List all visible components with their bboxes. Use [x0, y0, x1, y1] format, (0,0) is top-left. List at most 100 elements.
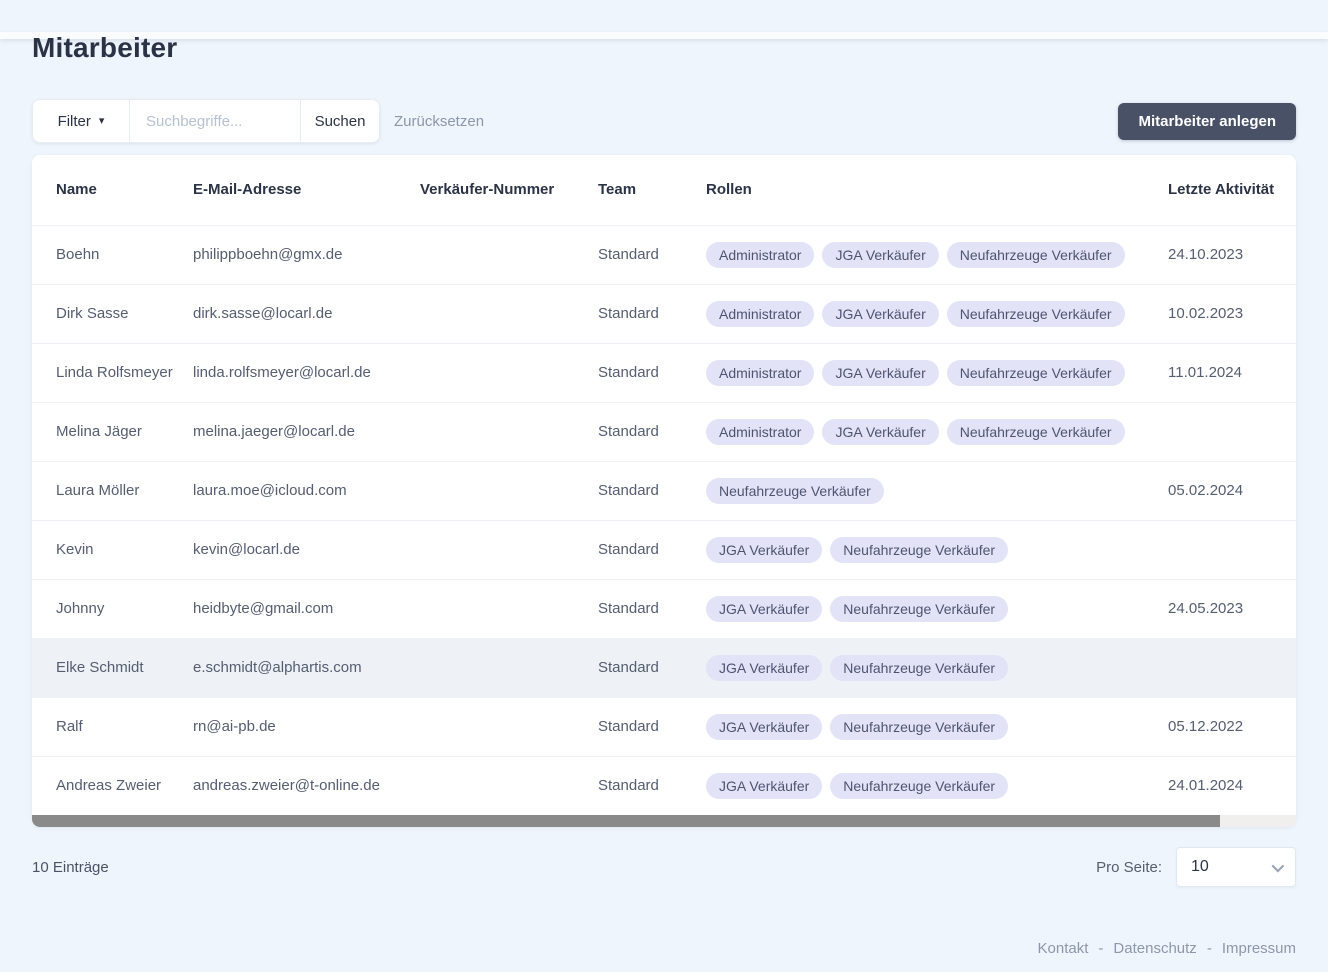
per-page-label: Pro Seite:: [1096, 859, 1162, 876]
cell-last-activity: 10.02.2023: [1168, 284, 1296, 343]
cell-roles: JGA VerkäuferNeufahrzeuge Verkäufer: [706, 638, 1168, 697]
cell-last-activity: 24.05.2023: [1168, 579, 1296, 638]
footer-link-impressum[interactable]: Impressum: [1222, 940, 1296, 957]
cell-name: Johnny: [32, 579, 193, 638]
horizontal-scrollbar-thumb[interactable]: [32, 815, 1220, 827]
cell-seller-number: [420, 697, 598, 756]
cell-roles: AdministratorJGA VerkäuferNeufahrzeuge V…: [706, 284, 1168, 343]
cell-roles: JGA Verkäufer Neufahrzeuge Verkäufer: [706, 697, 1168, 756]
role-badge: Neufahrzeuge Verkäufer: [947, 242, 1125, 268]
cell-name: Melina Jäger: [32, 402, 193, 461]
column-header-team[interactable]: Team: [598, 155, 706, 225]
cell-roles: JGA VerkäuferNeufahrzeuge Verkäufer: [706, 520, 1168, 579]
role-badge: JGA Verkäufer: [706, 596, 822, 622]
cell-team: Standard: [598, 638, 706, 697]
create-employee-button[interactable]: Mitarbeiter anlegen: [1118, 103, 1296, 140]
cell-name: Linda Rolfsmeyer: [32, 343, 193, 402]
role-badge: Neufahrzeuge Verkäufer: [830, 773, 1008, 799]
role-badge: JGA Verkäufer: [822, 419, 938, 445]
table-row[interactable]: Andreas Zweier andreas.zweier@t-online.d…: [32, 756, 1296, 815]
role-badge: JGA Verkäufer: [706, 773, 822, 799]
column-header-roles[interactable]: Rollen: [706, 155, 1168, 225]
role-badge: JGA Verkäufer: [706, 714, 822, 740]
cell-name: Dirk Sasse: [32, 284, 193, 343]
column-header-name[interactable]: Name: [32, 155, 193, 225]
role-badge: Administrator: [706, 419, 814, 445]
cell-team: Standard: [598, 697, 706, 756]
cell-email: kevin@locarl.de: [193, 520, 420, 579]
table-row[interactable]: Boehn philippboehn@gmx.de Standard Admin…: [32, 225, 1296, 284]
cell-name: Ralf: [32, 697, 193, 756]
cell-name: Kevin: [32, 520, 193, 579]
reset-button[interactable]: Zurücksetzen: [394, 113, 484, 130]
footer-link-kontakt[interactable]: Kontakt: [1038, 940, 1089, 957]
role-badge: Neufahrzeuge Verkäufer: [947, 301, 1125, 327]
pagination-bar: 10 Einträge Pro Seite: 10: [32, 847, 1296, 887]
role-badge: Administrator: [706, 360, 814, 386]
horizontal-scrollbar-track[interactable]: [32, 815, 1296, 827]
table-scroll-area: Name E-Mail-Adresse Verkäufer-Nummer Tea…: [32, 155, 1296, 815]
role-badge: Neufahrzeuge Verkäufer: [830, 714, 1008, 740]
footer-separator: -: [1207, 940, 1212, 957]
cell-team: Standard: [598, 402, 706, 461]
cell-team: Standard: [598, 461, 706, 520]
page-container: Mitarbeiter Filter ▾ Suchen Zurücksetzen…: [0, 32, 1328, 887]
column-header-seller-number[interactable]: Verkäufer-Nummer: [420, 155, 598, 225]
footer-link-datenschutz[interactable]: Datenschutz: [1113, 940, 1196, 957]
table-row[interactable]: Laura Möller laura.moe@icloud.com Standa…: [32, 461, 1296, 520]
cell-email: rn@ai-pb.de: [193, 697, 420, 756]
search-button[interactable]: Suchen: [300, 99, 380, 143]
role-badge: Neufahrzeuge Verkäufer: [706, 478, 884, 504]
table-row[interactable]: Kevin kevin@locarl.de Standard JGA Verkä…: [32, 520, 1296, 579]
cell-email: philippboehn@gmx.de: [193, 225, 420, 284]
cell-team: Standard: [598, 579, 706, 638]
cell-name: Andreas Zweier: [32, 756, 193, 815]
page-title: Mitarbeiter: [32, 32, 1296, 64]
cell-name: Elke Schmidt: [32, 638, 193, 697]
cell-last-activity: [1168, 638, 1296, 697]
filter-dropdown-button[interactable]: Filter ▾: [32, 99, 130, 143]
table-header-row: Name E-Mail-Adresse Verkäufer-Nummer Tea…: [32, 155, 1296, 225]
role-badge: JGA Verkäufer: [822, 360, 938, 386]
footer-separator: -: [1098, 940, 1103, 957]
role-badge: Neufahrzeuge Verkäufer: [830, 596, 1008, 622]
cell-email: e.schmidt@alphartis.com: [193, 638, 420, 697]
cell-seller-number: [420, 402, 598, 461]
table-row[interactable]: Ralf rn@ai-pb.de Standard JGA Verkäufer N…: [32, 697, 1296, 756]
column-header-email[interactable]: E-Mail-Adresse: [193, 155, 420, 225]
table-row[interactable]: Dirk Sasse dirk.sasse@locarl.de Standard…: [32, 284, 1296, 343]
table-row[interactable]: Linda Rolfsmeyer linda.rolfsmeyer@locarl…: [32, 343, 1296, 402]
table-row[interactable]: Melina Jäger melina.jaeger@locarl.de Sta…: [32, 402, 1296, 461]
cell-email: laura.moe@icloud.com: [193, 461, 420, 520]
search-segment-group: Filter ▾ Suchen: [32, 99, 380, 143]
chevron-down-icon: [1272, 859, 1285, 872]
cell-seller-number: [420, 756, 598, 815]
per-page-control: Pro Seite: 10: [1096, 847, 1296, 887]
cell-roles: AdministratorJGA VerkäuferNeufahrzeuge V…: [706, 225, 1168, 284]
cell-team: Standard: [598, 343, 706, 402]
per-page-select[interactable]: 10: [1176, 847, 1296, 887]
cell-team: Standard: [598, 225, 706, 284]
table-row[interactable]: Elke Schmidt e.schmidt@alphartis.com Sta…: [32, 638, 1296, 697]
role-badge: Neufahrzeuge Verkäufer: [947, 360, 1125, 386]
filter-search-group: Filter ▾ Suchen Zurücksetzen: [32, 99, 484, 143]
cell-email: dirk.sasse@locarl.de: [193, 284, 420, 343]
cell-name: Boehn: [32, 225, 193, 284]
toolbar: Filter ▾ Suchen Zurücksetzen Mitarbeiter…: [32, 99, 1296, 143]
cell-email: linda.rolfsmeyer@locarl.de: [193, 343, 420, 402]
cell-roles: JGA Verkäufer Neufahrzeuge Verkäufer: [706, 756, 1168, 815]
table-body: Boehn philippboehn@gmx.de Standard Admin…: [32, 225, 1296, 815]
search-input[interactable]: [130, 99, 300, 143]
cell-last-activity: 05.12.2022: [1168, 697, 1296, 756]
table-row[interactable]: Johnny heidbyte@gmail.com Standard JGA V…: [32, 579, 1296, 638]
entries-count: 10 Einträge: [32, 859, 109, 876]
caret-down-icon: ▾: [99, 116, 105, 127]
cell-last-activity: 11.01.2024: [1168, 343, 1296, 402]
column-header-last-activity[interactable]: Letzte Aktivität: [1168, 155, 1296, 225]
cell-roles: JGA Verkäufer Neufahrzeuge Verkäufer: [706, 579, 1168, 638]
employee-table-card: Name E-Mail-Adresse Verkäufer-Nummer Tea…: [32, 155, 1296, 827]
cell-last-activity: [1168, 520, 1296, 579]
cell-name: Laura Möller: [32, 461, 193, 520]
role-badge: Neufahrzeuge Verkäufer: [830, 537, 1008, 563]
cell-roles: Neufahrzeuge Verkäufer: [706, 461, 1168, 520]
